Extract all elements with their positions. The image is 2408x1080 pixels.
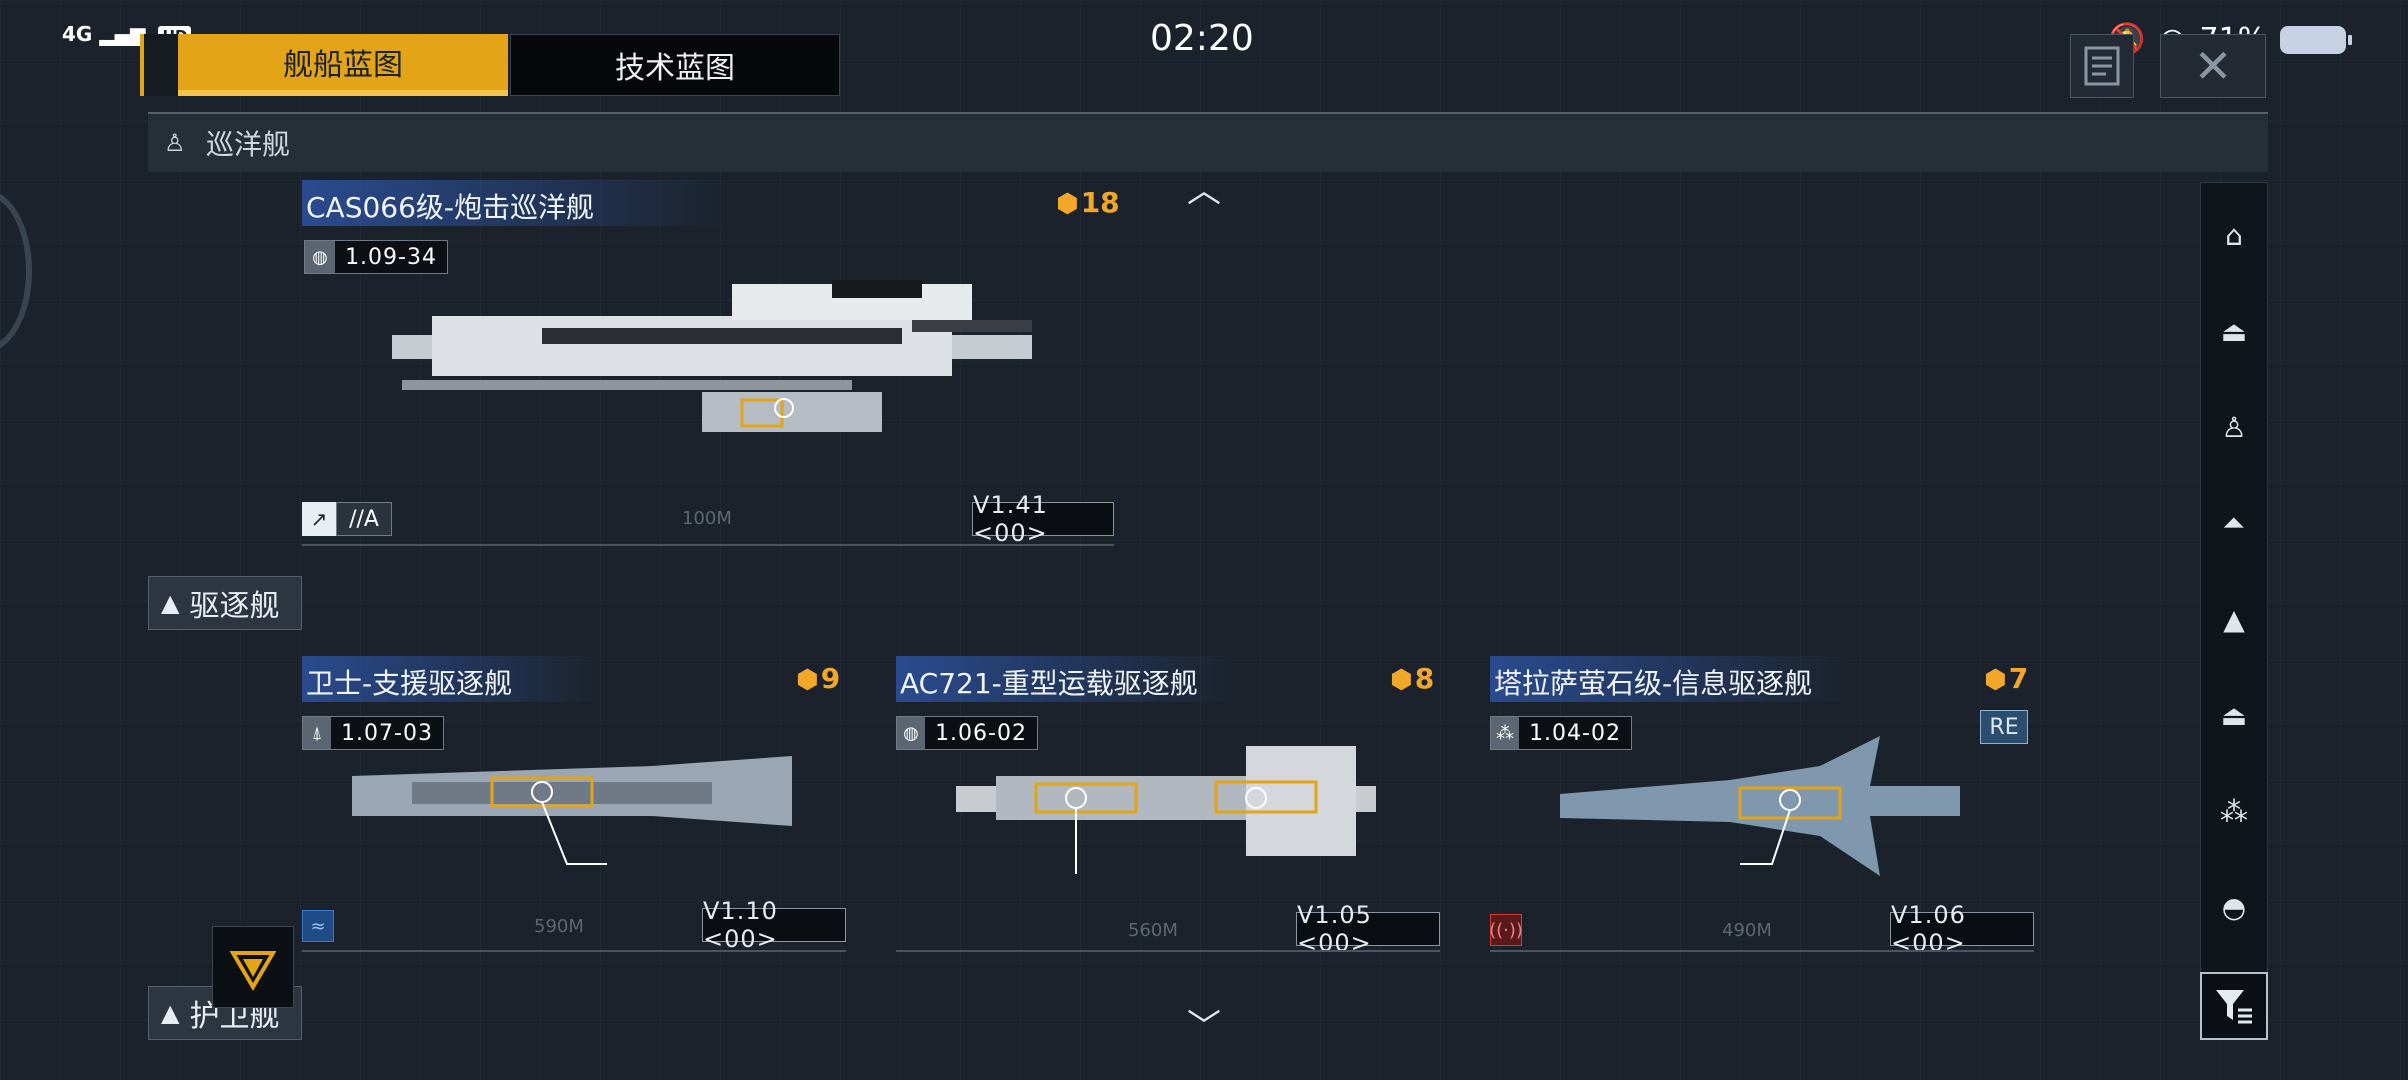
close-icon: ✕ xyxy=(2193,39,2233,93)
ship-variant: //A xyxy=(336,502,392,536)
network-label: 4G xyxy=(62,22,93,46)
section-tab-destroyer[interactable]: ▲ 驱逐舰 xyxy=(148,576,303,630)
variant-icon: ↗ xyxy=(302,502,336,536)
ship-class-filter-rail: ⌂ ⏏ ♙ ⏶ ▲ ⏏ ⁂ ◓ xyxy=(2200,182,2268,1040)
tab-ship-blueprints[interactable]: 舰船蓝图 xyxy=(178,34,508,96)
ship-length: 590M xyxy=(534,916,584,937)
cost-icon: ⬢ xyxy=(1056,189,1079,219)
ship-name: 卫士-支援驱逐舰 xyxy=(306,667,513,700)
ship-card-cas066[interactable]: CAS066级-炮击巡洋舰 ⬢18 ◍ 1.09-34 100M ↗ //A V… xyxy=(302,180,1120,550)
ship-cost: ⬢9 xyxy=(796,662,840,695)
section-header-cruiser[interactable]: ♙ 巡洋舰 xyxy=(148,112,2268,172)
ship-version: ◍ 1.09-34 xyxy=(304,240,448,274)
section-label-destroyer: 驱逐舰 xyxy=(189,589,280,624)
cost-icon: ⬢ xyxy=(796,665,819,695)
ship-cost: ⬢18 xyxy=(1056,186,1120,219)
ship-cost-value: 7 xyxy=(2008,662,2029,695)
signal-icon: ▂▄▆ xyxy=(99,22,146,46)
document-icon xyxy=(2084,46,2120,86)
ship-card-ac721[interactable]: AC721-重型运载驱逐舰 ⬢8 ◍ 1.06-02 560M V1.05 <0… xyxy=(896,656,1440,957)
cost-icon: ⬢ xyxy=(1984,665,2007,695)
filter-battleship-icon[interactable]: ⏏ xyxy=(2201,301,2267,361)
filter-frigate-icon[interactable]: ▲ xyxy=(2201,589,2267,649)
scroll-down-chevron-icon[interactable]: ﹀ xyxy=(1184,1010,1224,1044)
ship-cost: ⬢8 xyxy=(1390,662,1434,695)
blueprint-version: V1.06 <00> xyxy=(1890,901,2034,957)
ship-card-guardian[interactable]: 卫士-支援驱逐舰 ⬢9 ⍋ 1.07-03 ≈ 590M V1.10 <00> xyxy=(302,656,846,956)
triangle-emblem-icon xyxy=(229,951,277,991)
ship-card-thalassa[interactable]: 塔拉萨萤石级-信息驱逐舰 ⬢7 ⁂ 1.04-02 RE ((·)) 490M … xyxy=(1489,656,2034,957)
cruiser-icon: ♙ xyxy=(164,129,186,157)
card-baseline xyxy=(302,950,846,952)
ship-name: AC721-重型运载驱逐舰 xyxy=(900,667,1198,700)
filter-corvette-icon[interactable]: ⏏ xyxy=(2201,685,2267,745)
ship-cost: ⬢7 xyxy=(1984,662,2028,695)
ship-length: 560M xyxy=(1128,920,1178,941)
ship-version-minor: 03 xyxy=(403,720,433,746)
blueprint-version: V1.10 <00> xyxy=(702,897,846,953)
support-role-icon: ≈ xyxy=(302,910,334,942)
tri-faction-icon: ⁂ xyxy=(1491,717,1520,749)
tab-left-marker xyxy=(140,34,178,96)
ship-version: ◍ 1.06-02 xyxy=(896,716,1038,750)
ship-length: 490M xyxy=(1722,920,1772,941)
filter-dome-icon[interactable]: ◓ xyxy=(2201,877,2267,937)
filter-destroyer-icon[interactable]: ⏶ xyxy=(2201,493,2267,553)
blueprint-version: V1.05 <00> xyxy=(1296,901,1440,957)
ship-re-badge: RE xyxy=(1980,710,2028,744)
filter-aircraft-icon[interactable]: ⁂ xyxy=(2201,781,2267,841)
ship-variant-badge: ↗ //A xyxy=(302,502,392,536)
cost-icon: ⬢ xyxy=(1390,665,1413,695)
frigate-icon: ▲ xyxy=(161,999,180,1027)
ship-cost-value: 8 xyxy=(1414,662,1435,695)
section-label-cruiser: 巡洋舰 xyxy=(206,128,291,161)
ship-version-minor: 02 xyxy=(997,720,1027,746)
ship-render-thalassa xyxy=(1560,736,1960,876)
ship-version: ⍋ 1.07-03 xyxy=(302,716,444,750)
card-baseline xyxy=(302,544,1114,546)
blueprint-version: V1.41 <00> xyxy=(972,491,1114,547)
status-clock: 02:20 xyxy=(1150,18,1254,59)
close-button[interactable]: ✕ xyxy=(2160,34,2266,98)
ship-version-major: 1.06 xyxy=(935,720,989,746)
scroll-up-chevron-icon[interactable]: ︿ xyxy=(1184,174,1224,208)
globe-icon: ◍ xyxy=(897,717,926,749)
ship-render-cas066 xyxy=(392,280,1032,432)
document-button[interactable] xyxy=(2070,34,2134,98)
ship-cost-value: 18 xyxy=(1080,186,1120,219)
tab-tech-blueprints[interactable]: 技术蓝图 xyxy=(510,34,840,96)
card-baseline xyxy=(896,950,1440,952)
faction-emblem-button[interactable] xyxy=(212,926,294,1008)
filter-icon xyxy=(2216,990,2252,1024)
ship-cost-value: 9 xyxy=(820,662,841,695)
ship-render-guardian xyxy=(352,756,792,865)
card-baseline xyxy=(1490,950,2034,952)
info-role-icon: ((·)) xyxy=(1489,914,1523,946)
filter-carrier-icon[interactable]: ⌂ xyxy=(2201,205,2267,265)
ship-version-major: 1.09 xyxy=(345,244,399,270)
faction-icon: ⍋ xyxy=(303,717,332,749)
ship-name: 塔拉萨萤石级-信息驱逐舰 xyxy=(1494,667,1813,700)
ship-name: CAS066级-炮击巡洋舰 xyxy=(306,191,595,224)
destroyer-icon: ▲ xyxy=(161,589,180,617)
ship-version-minor: 34 xyxy=(407,244,437,270)
globe-icon: ◍ xyxy=(305,241,336,273)
battery-icon xyxy=(2280,25,2353,54)
ship-render-ac721 xyxy=(956,746,1376,874)
filter-cruiser-icon[interactable]: ♙ xyxy=(2201,397,2267,457)
ship-length: 100M xyxy=(682,508,732,529)
filter-button[interactable] xyxy=(2200,972,2268,1040)
ship-version-major: 1.07 xyxy=(341,720,395,746)
